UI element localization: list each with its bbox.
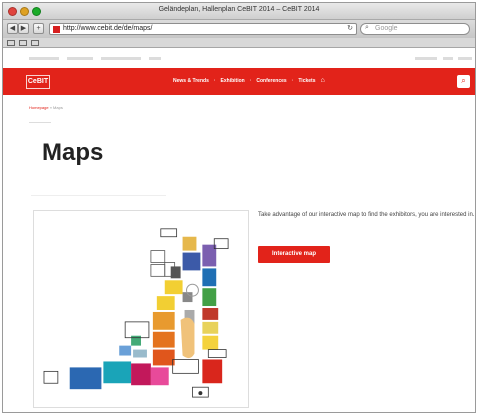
language-switch[interactable] <box>458 57 472 60</box>
page-title: Maps <box>42 139 104 166</box>
address-bar[interactable]: http://www.cebit.de/de/maps/ ↻ <box>49 23 357 35</box>
arrow-left-icon: ◀ <box>9 25 16 32</box>
meta-link[interactable] <box>101 57 141 60</box>
browser-toolbar: ◀ ▶ + http://www.cebit.de/de/maps/ ↻ ⌕ G… <box>3 20 475 38</box>
cebit-logo[interactable]: CeBIT <box>26 75 50 89</box>
reload-icon[interactable]: ↻ <box>347 24 353 32</box>
site-favicon-icon <box>53 26 60 33</box>
meta-link[interactable] <box>149 57 161 60</box>
back-button[interactable]: ◀ <box>7 23 18 34</box>
account-link[interactable] <box>415 57 437 60</box>
breadcrumb: Homepage » Maps <box>29 105 63 110</box>
meta-link[interactable] <box>29 57 59 60</box>
nav-item-news-trends[interactable]: News & Trends <box>173 78 209 84</box>
login-link[interactable] <box>443 57 453 60</box>
bookmarks-icon[interactable] <box>31 40 39 46</box>
search-placeholder: Google <box>375 25 398 32</box>
fairground-map[interactable] <box>33 210 249 408</box>
browser-window: Geländeplan, Hallenplan CeBIT 2014 – CeB… <box>2 2 476 413</box>
main-navigation: CeBIT News & Trends · Exhibition · Confe… <box>3 68 475 95</box>
url-text: http://www.cebit.de/de/maps/ <box>63 25 153 32</box>
arrow-right-icon: ▶ <box>20 25 27 32</box>
interactive-map-button[interactable]: Interactive map <box>258 246 330 263</box>
intro-text: Take advantage of our interactive map to… <box>258 212 475 218</box>
nav-separator: · <box>213 78 216 84</box>
meta-link[interactable] <box>67 57 93 60</box>
window-title: Geländeplan, Hallenplan CeBIT 2014 – CeB… <box>158 6 320 13</box>
webpage: CeBIT News & Trends · Exhibition · Confe… <box>3 49 475 412</box>
add-bookmark-button[interactable]: + <box>33 23 44 34</box>
fairground-map-image <box>34 211 248 407</box>
site-search-button[interactable]: ⌕ <box>457 75 470 88</box>
nav-item-exhibition[interactable]: Exhibition <box>221 78 245 84</box>
forward-button[interactable]: ▶ <box>18 23 29 34</box>
nav-item-tickets[interactable]: Tickets <box>298 78 315 84</box>
breadcrumb-current: Maps <box>53 105 63 110</box>
search-icon: ⌕ <box>461 76 466 85</box>
divider <box>31 195 166 196</box>
nav-separator: · <box>291 78 294 84</box>
browser-search-field[interactable]: ⌕ Google <box>360 23 470 35</box>
cart-icon[interactable]: ⌂ <box>321 77 325 84</box>
meta-navigation <box>3 49 475 68</box>
search-icon: ⌕ <box>365 24 369 31</box>
nav-item-conferences[interactable]: Conferences <box>256 78 286 84</box>
top-sites-icon[interactable] <box>19 40 27 46</box>
breadcrumb-home[interactable]: Homepage <box>29 105 49 110</box>
plus-icon: + <box>36 25 41 32</box>
title-bar: Geländeplan, Hallenplan CeBIT 2014 – CeB… <box>3 3 475 20</box>
divider <box>29 122 51 123</box>
nav-separator: · <box>249 78 252 84</box>
nav-links: News & Trends · Exhibition · Conferences… <box>173 77 325 84</box>
bookmarks-bar <box>3 38 475 48</box>
reading-list-icon[interactable] <box>7 40 15 46</box>
